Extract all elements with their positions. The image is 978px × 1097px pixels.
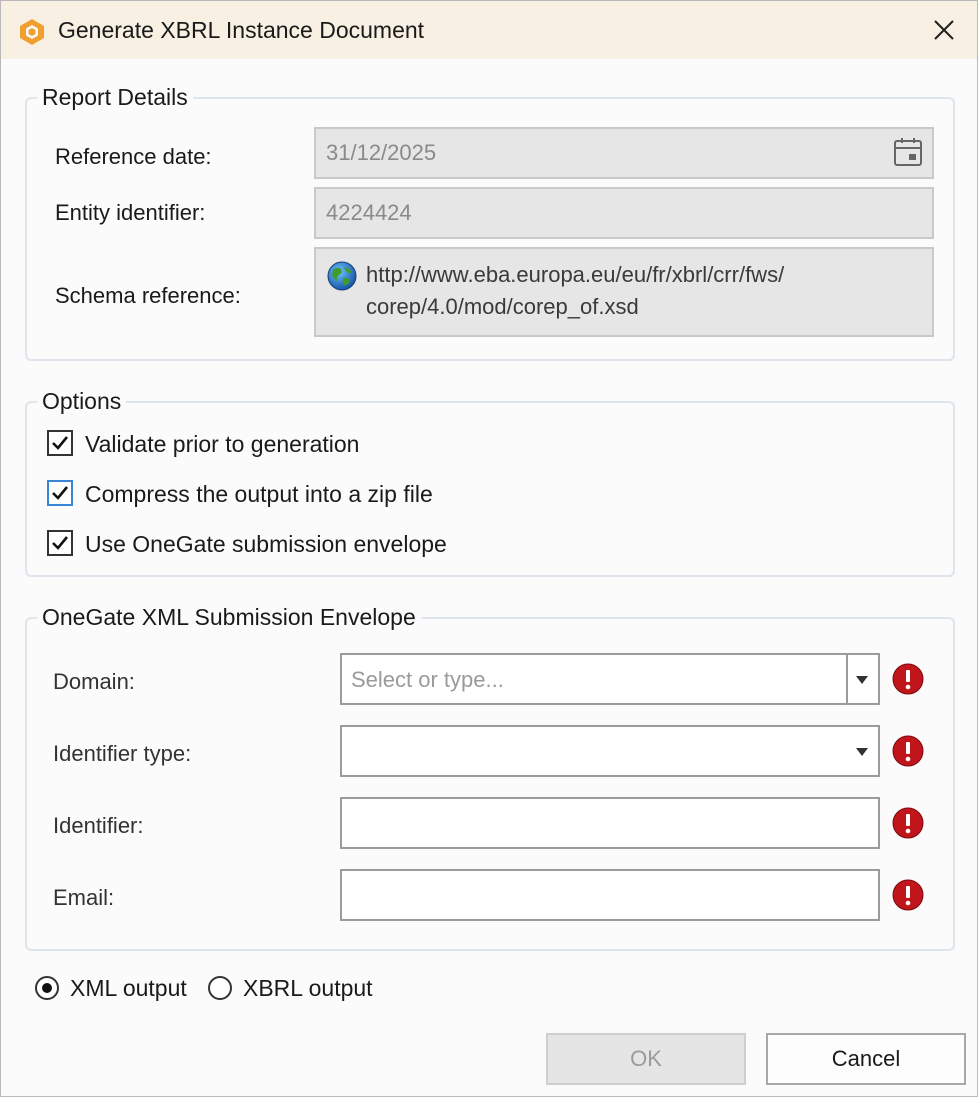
validate-label[interactable]: Validate prior to generation xyxy=(85,431,359,458)
reference-date-label: Reference date: xyxy=(55,144,212,169)
chevron-down-icon[interactable] xyxy=(856,676,868,684)
options-legend: Options xyxy=(37,386,127,416)
xml-output-label[interactable]: XML output xyxy=(70,975,187,1002)
options-group: Options Validate prior to generation Com… xyxy=(25,386,955,577)
onegate-envelope-group: OneGate XML Submission Envelope Domain: … xyxy=(25,602,955,951)
xbrl-output-label[interactable]: XBRL output xyxy=(243,975,373,1002)
compress-label[interactable]: Compress the output into a zip file xyxy=(85,481,433,508)
identifier-type-label: Identifier type: xyxy=(53,741,192,766)
window-title: Generate XBRL Instance Document xyxy=(58,17,425,43)
compress-checkbox[interactable] xyxy=(47,480,73,506)
ok-button[interactable]: OK xyxy=(546,1033,746,1085)
app-logo-icon xyxy=(20,19,44,45)
combo-separator xyxy=(846,655,848,703)
checkmark-icon xyxy=(52,486,69,500)
identifier-type-select[interactable] xyxy=(340,725,880,777)
onegate-envelope-label[interactable]: Use OneGate submission envelope xyxy=(85,531,447,558)
globe-icon xyxy=(327,261,357,291)
error-icon xyxy=(892,663,924,695)
schema-reference-field[interactable]: http://www.eba.europa.eu/eu/fr/xbrl/crr/… xyxy=(314,247,934,337)
onegate-envelope-checkbox[interactable] xyxy=(47,530,73,556)
schema-reference-label: Schema reference: xyxy=(55,283,241,308)
reference-date-value: 31/12/2025 xyxy=(326,140,437,165)
report-details-group: Report Details Reference date: 31/12/202… xyxy=(25,82,955,361)
reference-date-field[interactable]: 31/12/2025 xyxy=(314,127,934,179)
error-icon xyxy=(892,735,924,767)
domain-placeholder: Select or type... xyxy=(351,667,504,692)
entity-identifier-field[interactable]: 4224424 xyxy=(314,187,934,239)
entity-identifier-value: 4224424 xyxy=(326,200,412,225)
email-field[interactable] xyxy=(340,869,880,921)
identifier-input[interactable] xyxy=(340,797,880,849)
validate-checkbox[interactable] xyxy=(47,430,73,456)
email-label: Email: xyxy=(53,885,115,910)
schema-reference-text: http://www.eba.europa.eu/eu/fr/xbrl/crr/… xyxy=(366,259,784,323)
identifier-label: Identifier: xyxy=(53,813,144,838)
schema-reference-line2: corep/4.0/mod/corep_of.xsd xyxy=(366,294,639,319)
checkmark-icon xyxy=(52,536,69,550)
close-icon[interactable] xyxy=(921,11,965,51)
radio-selected-dot xyxy=(42,983,52,993)
title-bar: Generate XBRL Instance Document xyxy=(1,1,977,59)
calendar-icon[interactable] xyxy=(893,137,923,167)
schema-reference-line1: http://www.eba.europa.eu/eu/fr/xbrl/crr/… xyxy=(366,262,785,287)
onegate-envelope-legend: OneGate XML Submission Envelope xyxy=(37,602,421,632)
error-icon xyxy=(892,879,924,911)
dialog-window: Generate XBRL Instance Document Report D… xyxy=(0,0,978,1097)
checkmark-icon xyxy=(52,436,69,450)
cancel-button[interactable]: Cancel xyxy=(766,1033,966,1085)
entity-identifier-label: Entity identifier: xyxy=(55,200,206,225)
error-icon xyxy=(892,807,924,839)
report-details-legend: Report Details xyxy=(37,82,193,112)
domain-combobox[interactable]: Select or type... xyxy=(340,653,880,705)
chevron-down-icon[interactable] xyxy=(856,748,868,756)
xml-output-radio[interactable] xyxy=(35,976,59,1000)
xbrl-output-radio[interactable] xyxy=(208,976,232,1000)
domain-label: Domain: xyxy=(53,669,135,694)
